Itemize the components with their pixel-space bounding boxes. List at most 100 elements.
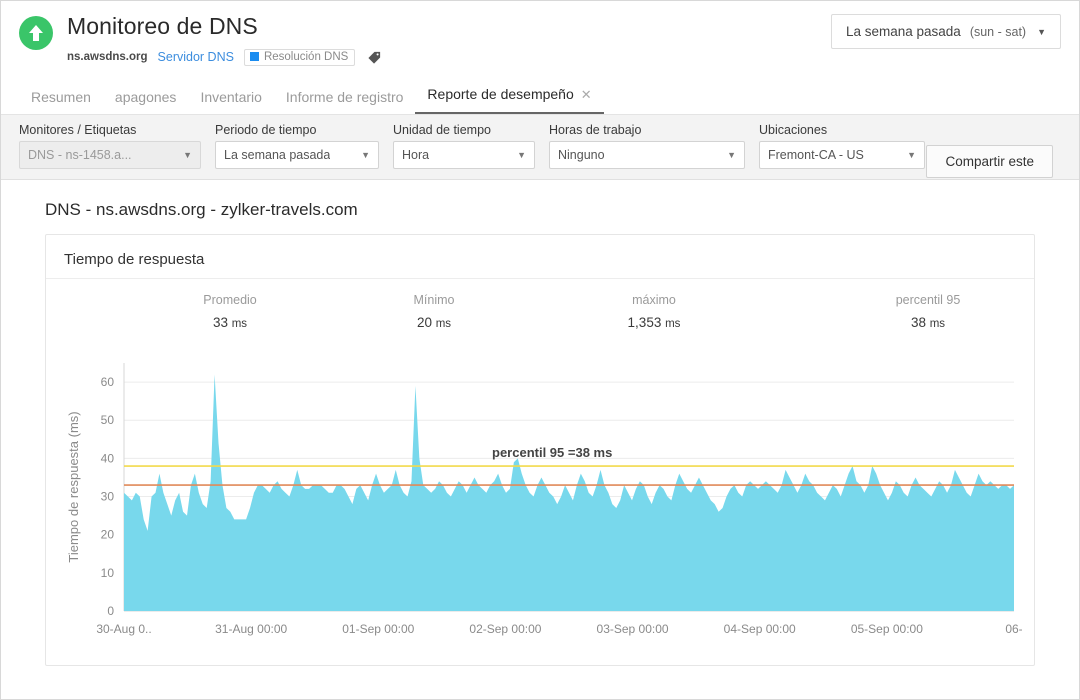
chip-color-swatch <box>250 52 259 61</box>
tab-inventario[interactable]: Inventario <box>188 83 273 114</box>
tab-label: apagones <box>115 89 177 105</box>
unit-select[interactable]: Hora ▼ <box>393 141 535 169</box>
stats-row: Promedio33 msMínimo20 msmáximo1,353 mspe… <box>62 279 1018 345</box>
report-title: DNS - ns.awsdns.org - zylker-travels.com <box>45 200 1057 220</box>
stat-value: 20 ms <box>364 315 504 330</box>
filter-monitors: Monitores / Etiquetas DNS - ns-1458.a...… <box>19 123 201 169</box>
filter-unit: Unidad de tiempo Hora ▼ <box>393 123 535 169</box>
y-axis-tick-label: 20 <box>101 528 115 542</box>
monitors-select-value: DNS - ns-1458.a... <box>28 148 132 162</box>
stat-label: Mínimo <box>364 293 504 307</box>
stat-promedio: Promedio 33 ms <box>160 293 300 330</box>
tab-reporte-de-desempeño[interactable]: Reporte de desempeño ✕ <box>415 80 603 114</box>
date-range-sub: (sun - sat) <box>970 25 1026 39</box>
stat-unit: ms <box>232 318 247 330</box>
response-time-card: Tiempo de respuesta Promedio 33 ms Mínimo 2… <box>45 234 1035 666</box>
y-axis-tick-label: 30 <box>101 490 115 504</box>
chart-canvas: 0 10 20 30 40 50 60 Tiempo de respuesta (ms) per… <box>62 351 1022 651</box>
stat-unit: ms <box>930 318 945 330</box>
filter-hours: Horas de trabajo Ninguno ▼ <box>549 123 745 169</box>
filter-locations: Ubicaciones Fremont-CA - US ▼ <box>759 123 925 169</box>
y-axis-title: Tiempo de respuesta (ms) <box>66 411 81 562</box>
x-axis-tick-label: 06- <box>1005 622 1022 636</box>
monitors-select[interactable]: DNS - ns-1458.a... ▼ <box>19 141 201 169</box>
x-axis-tick-label: 30-Aug 0.. <box>96 622 151 636</box>
x-axis-tick-label: 31-Aug 00:00 <box>215 622 287 636</box>
filter-hours-label: Horas de trabajo <box>549 123 745 137</box>
share-button[interactable]: Compartir este <box>926 145 1053 178</box>
x-axis-tick-label: 02-Sep 00:00 <box>469 622 541 636</box>
stat-value: 38 ms <box>858 315 998 330</box>
sub-header-row: ns.awsdns.org Servidor DNS Resolución DN… <box>67 48 382 66</box>
tab-label: Reporte de desempeño <box>427 86 573 102</box>
title-block: Monitoreo de DNS ns.awsdns.org Servidor … <box>67 13 382 66</box>
hours-select-value: Ninguno <box>558 148 605 162</box>
tab-bar: Resumen apagones Inventario Informe de regi… <box>1 80 1079 115</box>
y-axis-tick-label: 60 <box>101 375 115 389</box>
stat-value: 1,353 ms <box>584 315 724 330</box>
chart-annotation: percentil 95 =38 ms <box>492 445 612 460</box>
stat-máximo: máximo 1,353 ms <box>584 293 724 330</box>
y-axis-tick-label: 50 <box>101 413 115 427</box>
chip-label: Resolución DNS <box>264 51 348 63</box>
date-range-label: La semana pasada <box>846 24 961 39</box>
stat-number: 38 <box>911 315 930 330</box>
filter-bar: Monitores / Etiquetas DNS - ns-1458.a...… <box>1 115 1079 180</box>
stat-label: máximo <box>584 293 724 307</box>
locations-select-value: Fremont-CA - US <box>768 148 864 162</box>
x-axis-tick-label: 03-Sep 00:00 <box>597 622 669 636</box>
up-arrow-icon <box>19 16 53 50</box>
period-select-value: La semana pasada <box>224 148 330 162</box>
filter-period-label: Periodo de tiempo <box>215 123 379 137</box>
period-select[interactable]: La semana pasada ▼ <box>215 141 379 169</box>
stat-value: 33 ms <box>160 315 300 330</box>
y-axis-tick-label: 10 <box>101 566 115 580</box>
dns-server-link[interactable]: Servidor DNS <box>158 50 234 64</box>
chevron-down-icon: ▼ <box>727 150 736 160</box>
chevron-down-icon: ▼ <box>361 150 370 160</box>
chevron-down-icon: ▼ <box>183 150 192 160</box>
page-title: Monitoreo de DNS <box>67 13 382 39</box>
stat-label: percentil 95 <box>858 293 998 307</box>
filter-unit-label: Unidad de tiempo <box>393 123 535 137</box>
y-axis-tick-label: 40 <box>101 451 115 465</box>
stat-percentil-95: percentil 95 38 ms <box>858 293 998 330</box>
stat-label: Promedio <box>160 293 300 307</box>
hours-select[interactable]: Ninguno ▼ <box>549 141 745 169</box>
chevron-down-icon: ▼ <box>1037 27 1046 37</box>
close-icon[interactable]: ✕ <box>581 87 592 102</box>
response-time-chart: 0 10 20 30 40 50 60 Tiempo de respuesta (ms) per… <box>62 351 1018 651</box>
tab-label: Resumen <box>31 89 91 105</box>
host-name: ns.awsdns.org <box>67 51 148 63</box>
tab-label: Informe de registro <box>286 89 404 105</box>
filter-period: Periodo de tiempo La semana pasada ▼ <box>215 123 379 169</box>
stat-number: 20 <box>417 315 436 330</box>
stat-number: 1,353 <box>628 315 666 330</box>
x-axis-tick-label: 04-Sep 00:00 <box>724 622 796 636</box>
unit-select-value: Hora <box>402 148 429 162</box>
tab-informe-de-registro[interactable]: Informe de registro <box>274 83 416 114</box>
x-axis-tick-label: 05-Sep 00:00 <box>851 622 923 636</box>
chevron-down-icon: ▼ <box>517 150 526 160</box>
locations-select[interactable]: Fremont-CA - US ▼ <box>759 141 925 169</box>
x-axis-tick-label: 01-Sep 00:00 <box>342 622 414 636</box>
stat-unit: ms <box>665 318 680 330</box>
card-title: Tiempo de respuesta <box>62 247 1018 278</box>
area-series-response-time <box>124 374 1014 611</box>
tab-label: Inventario <box>200 89 261 105</box>
y-axis-tick-label: 0 <box>107 604 114 618</box>
date-range-selector[interactable]: La semana pasada (sun - sat) ▼ <box>831 14 1061 49</box>
page-header: Monitoreo de DNS ns.awsdns.org Servidor … <box>1 1 1079 66</box>
tab-apagones[interactable]: apagones <box>103 83 189 114</box>
dns-monitoring-page: Monitoreo de DNS ns.awsdns.org Servidor … <box>0 0 1080 700</box>
filter-locations-label: Ubicaciones <box>759 123 925 137</box>
stat-unit: ms <box>436 318 451 330</box>
stat-mínimo: Mínimo 20 ms <box>364 293 504 330</box>
filter-monitors-label: Monitores / Etiquetas <box>19 123 201 137</box>
chevron-down-icon: ▼ <box>907 150 916 160</box>
stat-number: 33 <box>213 315 232 330</box>
tag-icon[interactable] <box>367 50 382 65</box>
tab-resumen[interactable]: Resumen <box>19 83 103 114</box>
content-area: DNS - ns.awsdns.org - zylker-travels.com… <box>1 180 1079 666</box>
dns-resolution-chip[interactable]: Resolución DNS <box>244 49 355 66</box>
